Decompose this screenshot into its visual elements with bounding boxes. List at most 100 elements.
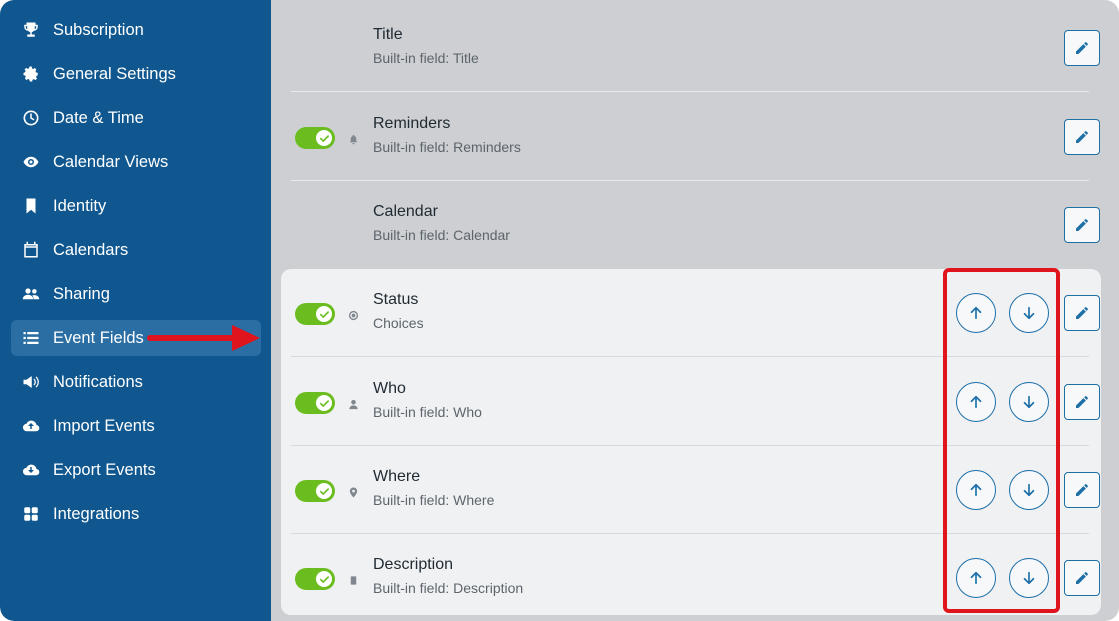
field-subtitle: Built-in field: Calendar xyxy=(373,227,510,243)
field-subtitle: Built-in field: Reminders xyxy=(373,139,521,155)
move-up-button[interactable] xyxy=(956,470,996,510)
sidebar-item-label: Date & Time xyxy=(53,108,144,127)
field-subtitle: Choices xyxy=(373,315,424,331)
map-pin-icon xyxy=(347,486,359,498)
sidebar-item-sharing[interactable]: Sharing xyxy=(11,276,261,312)
bookmark-icon xyxy=(21,196,41,216)
event-fields-list: Title Built-in field: Title Reminders Bu… xyxy=(271,0,1119,621)
megaphone-icon xyxy=(21,372,41,392)
field-subtitle: Built-in field: Title xyxy=(373,50,479,66)
field-name: Title xyxy=(373,26,403,43)
sidebar-item-label: Import Events xyxy=(53,416,155,435)
sidebar-item-identity[interactable]: Identity xyxy=(11,188,261,224)
person-icon xyxy=(347,398,359,410)
document-icon xyxy=(347,574,359,586)
field-name: Where xyxy=(373,468,421,485)
sidebar-item-label: Integrations xyxy=(53,504,140,523)
edit-button[interactable] xyxy=(1064,207,1100,243)
field-subtitle: Built-in field: Description xyxy=(373,580,524,596)
pencil-icon xyxy=(1076,396,1088,408)
sidebar-item-label: Calendars xyxy=(53,240,129,259)
sidebar-item-label: Identity xyxy=(53,196,107,215)
sidebar-item-general-settings[interactable]: General Settings xyxy=(11,56,261,92)
sidebar-item-label: Export Events xyxy=(53,460,156,479)
gear-icon xyxy=(21,64,41,84)
field-row-status: Status Choices xyxy=(291,269,1100,357)
arrow-down-icon xyxy=(1023,571,1035,585)
move-down-button[interactable] xyxy=(1009,558,1049,598)
row-divider xyxy=(291,356,1089,357)
edit-button[interactable] xyxy=(1064,30,1100,66)
sidebar-item-calendar-views[interactable]: Calendar Views xyxy=(11,144,261,180)
field-toggle[interactable] xyxy=(295,480,335,502)
grid-icon xyxy=(21,504,41,524)
check-icon xyxy=(316,571,332,587)
move-up-button[interactable] xyxy=(956,382,996,422)
sidebar-item-date-time[interactable]: Date & Time xyxy=(11,100,261,136)
field-toggle[interactable] xyxy=(295,392,335,414)
sidebar-item-label: Notifications xyxy=(53,372,143,391)
clock-icon xyxy=(21,108,41,128)
arrow-up-icon xyxy=(970,306,982,320)
move-down-button[interactable] xyxy=(1009,293,1049,333)
radio-icon xyxy=(347,309,359,321)
check-icon xyxy=(316,130,332,146)
field-toggle[interactable] xyxy=(295,568,335,590)
arrow-up-icon xyxy=(970,571,982,585)
sidebar-item-integrations[interactable]: Integrations xyxy=(11,496,261,532)
arrow-up-icon xyxy=(970,395,982,409)
sidebar-item-calendars[interactable]: Calendars xyxy=(11,232,261,268)
bell-icon xyxy=(347,133,359,145)
field-row-where: Where Built-in field: Where xyxy=(291,446,1100,534)
field-subtitle: Built-in field: Who xyxy=(373,404,482,420)
app-window: Subscription General Settings Date & Tim… xyxy=(0,0,1119,621)
field-name: Who xyxy=(373,380,406,397)
sidebar-item-label: Subscription xyxy=(53,20,144,39)
pencil-icon xyxy=(1076,307,1088,319)
sidebar-item-export-events[interactable]: Export Events xyxy=(11,452,261,488)
users-icon xyxy=(21,284,41,304)
edit-button[interactable] xyxy=(1064,560,1100,596)
cloud-upload-icon xyxy=(21,416,41,436)
row-divider xyxy=(291,91,1089,92)
pencil-icon xyxy=(1076,219,1088,231)
pencil-icon xyxy=(1076,484,1088,496)
field-name: Description xyxy=(373,556,454,573)
check-icon xyxy=(316,483,332,499)
field-row-who: Who Built-in field: Who xyxy=(291,358,1100,446)
move-down-button[interactable] xyxy=(1009,470,1049,510)
check-icon xyxy=(316,395,332,411)
move-up-button[interactable] xyxy=(956,558,996,598)
sidebar-item-label: General Settings xyxy=(53,64,176,83)
eye-icon xyxy=(21,152,41,172)
arrow-down-icon xyxy=(1023,306,1035,320)
sidebar-item-label: Sharing xyxy=(53,284,110,303)
edit-button[interactable] xyxy=(1064,472,1100,508)
field-subtitle: Built-in field: Where xyxy=(373,492,495,508)
field-toggle[interactable] xyxy=(295,127,335,149)
sidebar-item-notifications[interactable]: Notifications xyxy=(11,364,261,400)
field-row-reminders: Reminders Built-in field: Reminders xyxy=(291,93,1100,181)
arrow-down-icon xyxy=(1023,395,1035,409)
sidebar-item-label: Event Fields xyxy=(53,328,144,347)
move-up-button[interactable] xyxy=(956,293,996,333)
arrow-down-icon xyxy=(1023,483,1035,497)
move-down-button[interactable] xyxy=(1009,382,1049,422)
sidebar-item-label: Calendar Views xyxy=(53,152,169,171)
sidebar-item-subscription[interactable]: Subscription xyxy=(11,12,261,48)
pencil-icon xyxy=(1076,131,1088,143)
field-toggle[interactable] xyxy=(295,303,335,325)
trophy-icon xyxy=(21,20,41,40)
edit-button[interactable] xyxy=(1064,295,1100,331)
field-name: Calendar xyxy=(373,203,438,220)
edit-button[interactable] xyxy=(1064,384,1100,420)
sidebar-item-import-events[interactable]: Import Events xyxy=(11,408,261,444)
field-name: Reminders xyxy=(373,115,451,132)
pencil-icon xyxy=(1076,42,1088,54)
edit-button[interactable] xyxy=(1064,119,1100,155)
cloud-download-icon xyxy=(21,460,41,480)
field-row-description: Description Built-in field: Description xyxy=(291,534,1100,621)
field-name: Status xyxy=(373,291,419,308)
arrow-up-icon xyxy=(970,483,982,497)
pencil-icon xyxy=(1076,572,1088,584)
